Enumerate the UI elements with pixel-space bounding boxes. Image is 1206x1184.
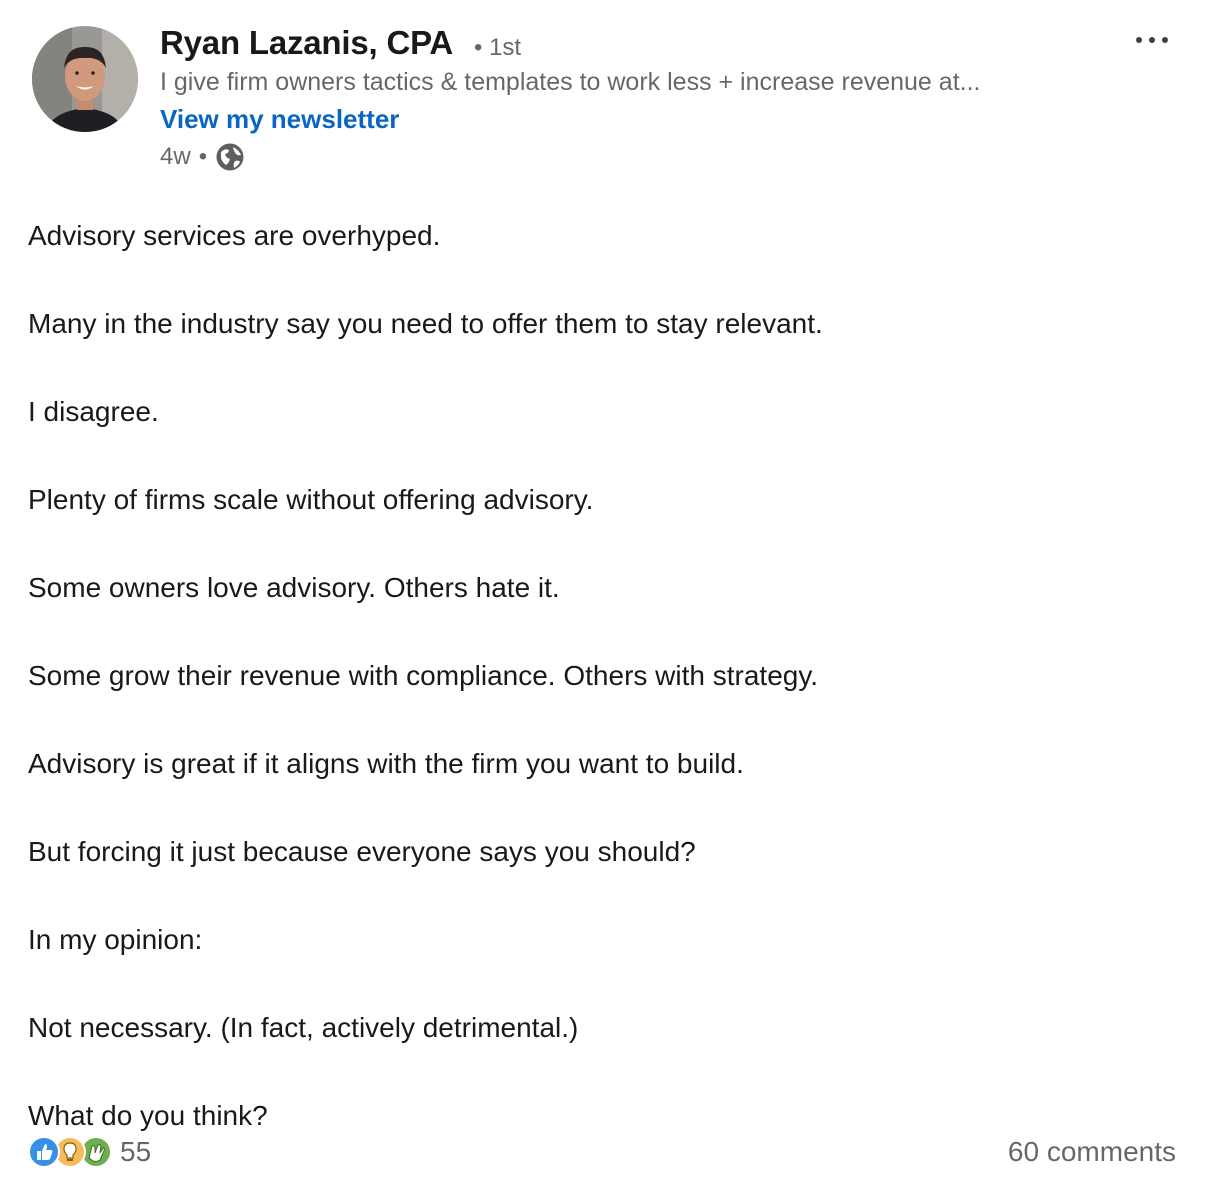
author-name[interactable]: Ryan Lazanis, CPA bbox=[160, 24, 453, 62]
post-line: Advisory is great if it aligns with the … bbox=[28, 748, 744, 779]
reaction-icons bbox=[28, 1134, 118, 1170]
post-body: Advisory services are overhyped. Many in… bbox=[28, 192, 1178, 1160]
post-line: But forcing it just because everyone say… bbox=[28, 836, 696, 867]
author-headline: I give firm owners tactics & templates t… bbox=[160, 68, 981, 96]
feed-post: Ryan Lazanis, CPA • 1st I give firm owne… bbox=[0, 0, 1206, 1184]
reaction-count: 55 bbox=[120, 1136, 152, 1167]
post-line: Plenty of firms scale without offering a… bbox=[28, 484, 594, 515]
like-icon bbox=[28, 1136, 60, 1168]
post-line: What do you think? bbox=[28, 1100, 268, 1131]
post-line: In my opinion: bbox=[28, 924, 203, 955]
post-line: Some grow their revenue with compliance.… bbox=[28, 660, 819, 691]
post-meta: 4w • bbox=[160, 140, 245, 174]
post-line: Advisory services are overhyped. bbox=[28, 220, 441, 251]
globe-icon bbox=[215, 142, 245, 172]
comments-count-link[interactable]: 60 comments bbox=[1008, 1132, 1176, 1172]
meta-separator: • bbox=[198, 143, 208, 170]
post-line: Some owners love advisory. Others hate i… bbox=[28, 572, 560, 603]
post-line: Many in the industry say you need to off… bbox=[28, 308, 823, 339]
connection-degree: • 1st bbox=[474, 34, 522, 61]
avatar-photo bbox=[32, 26, 138, 132]
post-line: Not necessary. (In fact, actively detrim… bbox=[28, 1012, 579, 1043]
author-avatar[interactable] bbox=[32, 26, 138, 132]
more-options-button[interactable] bbox=[1128, 22, 1176, 58]
reactions-summary[interactable]: 55 bbox=[28, 1132, 151, 1172]
post-time: 4w bbox=[160, 143, 191, 170]
view-newsletter-link[interactable]: View my newsletter bbox=[160, 104, 399, 135]
ellipsis-icon bbox=[1136, 37, 1168, 43]
post-line: I disagree. bbox=[28, 396, 159, 427]
